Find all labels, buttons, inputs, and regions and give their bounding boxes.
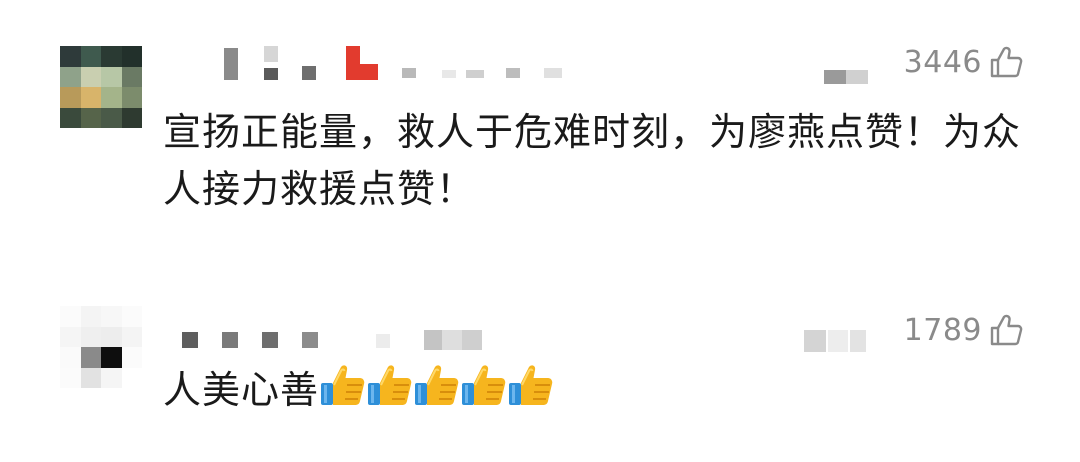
comment-text-block: 人美心善 — [163, 362, 1023, 419]
thumbs-up-emoji-icon — [461, 363, 507, 407]
comment-text: 人美心善 — [163, 368, 320, 412]
avatar[interactable] — [60, 306, 142, 388]
comment-text: 宣扬正能量，救人于危难时刻，为廖燕点赞！为众人接力救援点赞！ — [163, 110, 1022, 211]
thumbs-up-emoji-icon — [320, 363, 366, 407]
like-control[interactable]: 1789 — [904, 312, 1024, 348]
thumbs-up-emoji-icon — [414, 363, 460, 407]
username-mosaic[interactable] — [180, 322, 500, 362]
like-count: 3446 — [903, 44, 982, 80]
comment-item: 1789 人美心善 — [0, 290, 1080, 462]
timestamp-mosaic — [820, 60, 870, 100]
avatar[interactable] — [60, 46, 142, 128]
thumbs-up-outline-icon[interactable] — [988, 312, 1024, 348]
comment-item: 3446 宣扬正能量，救人于危难时刻，为廖燕点赞！为众人接力救援点赞！ — [0, 0, 1080, 260]
timestamp-mosaic — [800, 326, 870, 366]
username-mosaic[interactable] — [180, 40, 580, 80]
thumbs-up-outline-icon[interactable] — [988, 44, 1024, 80]
like-control[interactable]: 3446 — [904, 44, 1024, 80]
like-count: 1789 — [903, 312, 982, 348]
thumbs-up-emoji-icon — [367, 363, 413, 407]
thumbs-up-emoji-icon — [508, 363, 554, 407]
divider — [0, 272, 1080, 273]
